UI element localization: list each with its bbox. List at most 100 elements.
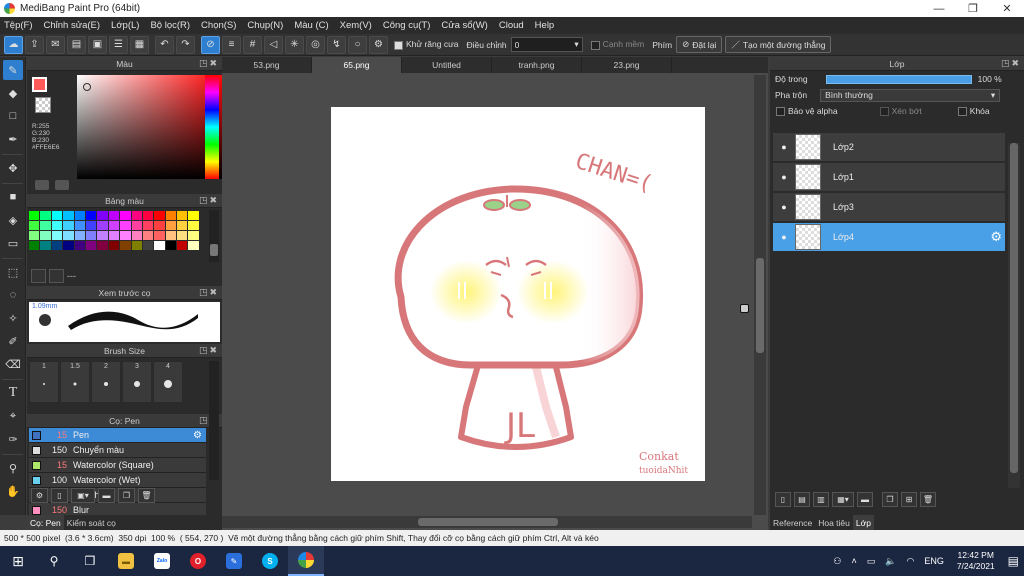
grid-icon[interactable]: ▦ (130, 35, 149, 54)
palette-swatch[interactable] (74, 211, 85, 220)
alpha-protect-checkbox[interactable] (776, 106, 785, 116)
volume-icon[interactable]: 🔈 (885, 556, 896, 567)
minimize-button[interactable]: — (922, 0, 956, 17)
palette-swatch[interactable] (165, 221, 177, 230)
palette-swatch[interactable] (74, 241, 85, 250)
brush-menu-icon[interactable]: ▣▾ (71, 488, 95, 503)
brush-size-cell[interactable]: 2 (91, 361, 121, 403)
palette-swatch[interactable] (40, 211, 51, 220)
palette-swatch[interactable] (29, 221, 40, 230)
adjust-select[interactable]: 0 ▾ (510, 37, 583, 52)
layer-type-menu-icon[interactable]: ▦▾ (832, 492, 854, 507)
panel-controls-icon[interactable]: ◳✖ (199, 195, 219, 206)
palette-swatch[interactable] (97, 241, 108, 250)
panel-controls-icon[interactable]: ◳✖ (199, 287, 219, 298)
palette-swatch[interactable] (188, 221, 199, 230)
snap-cross-icon[interactable]: # (243, 35, 262, 54)
comment-icon[interactable]: ✉ (46, 35, 65, 54)
battery-icon[interactable]: ▭ (867, 556, 876, 567)
palette-swatch[interactable] (177, 211, 188, 220)
eyedropper-icon[interactable] (35, 180, 49, 190)
paint-app-icon[interactable]: ✎ (216, 546, 252, 576)
palette-swatch[interactable] (142, 211, 154, 220)
zalo-icon[interactable]: Zalo (144, 546, 180, 576)
folder-icon[interactable]: ▬ (98, 488, 115, 503)
divide-tool-icon[interactable]: ⌖ (3, 406, 23, 426)
palette-swatch[interactable] (40, 221, 51, 230)
palette-swatch[interactable] (51, 231, 63, 240)
layer-settings-gear-icon[interactable]: ⚙ (990, 229, 1002, 245)
menu-layer[interactable]: Lớp(L) (111, 20, 139, 31)
maximize-button[interactable]: ❐ (956, 0, 990, 17)
palette-swatch[interactable] (40, 231, 51, 240)
brush-settings-gear-icon[interactable]: ⚙ (193, 430, 202, 441)
menu-cloud[interactable]: Cloud (499, 20, 524, 31)
eyedropper-tool-icon[interactable]: ✑ (3, 429, 23, 449)
menu-file[interactable]: Tệp(F) (4, 20, 33, 31)
palette-swatch[interactable] (165, 231, 177, 240)
list-icon[interactable]: ☰ (109, 35, 128, 54)
search-icon[interactable]: ⚲ (36, 546, 72, 576)
palette-swatch[interactable] (154, 231, 165, 240)
brush-row-selected[interactable]: 15 Pen ⚙ (29, 428, 206, 443)
new-halftone-layer-icon[interactable]: ▤ (794, 492, 810, 507)
layer-list-scrollbar[interactable] (1008, 143, 1020, 488)
bucket-tool-icon[interactable]: ◈ (3, 210, 23, 230)
palette-swatch[interactable] (29, 241, 40, 250)
select-eraser-tool-icon[interactable]: ⌫ (3, 354, 23, 374)
clock[interactable]: 12:42 PM 7/24/2021 (957, 550, 995, 572)
palette-swatch[interactable] (85, 231, 97, 240)
sub-color-swatch[interactable] (35, 97, 51, 113)
palette-swatch[interactable] (188, 241, 199, 250)
swap-color-icon[interactable] (55, 180, 69, 190)
visibility-icon[interactable]: ● (773, 232, 795, 242)
palette-swatch[interactable] (120, 241, 131, 250)
palette-swatch[interactable] (188, 211, 199, 220)
palette-swatch[interactable] (63, 231, 74, 240)
palette-swatch[interactable] (120, 231, 131, 240)
tab-reference[interactable]: Reference (770, 515, 815, 530)
smooth-toggle[interactable]: Cạnh mềm (590, 39, 644, 50)
task-view-icon[interactable]: ❒ (72, 546, 108, 576)
snap-parallel-icon[interactable]: ≡ (222, 35, 241, 54)
skype-icon[interactable]: S (252, 546, 288, 576)
snap-vanishing-icon[interactable]: ◁ (264, 35, 283, 54)
palette-swatch[interactable] (177, 221, 188, 230)
canvas-vertical-scrollbar[interactable] (754, 75, 766, 515)
palette-swatch[interactable] (131, 231, 142, 240)
gradient-tool-icon[interactable]: ▭ (3, 233, 23, 253)
palette-swatch[interactable] (97, 211, 108, 220)
main-color-swatch[interactable] (32, 77, 47, 92)
layer-row[interactable]: ● Lớp2 (773, 133, 1005, 161)
redo-icon[interactable]: ↷ (176, 35, 195, 54)
blend-mode-select[interactable]: Bình thường ▾ (820, 88, 1001, 102)
menu-help[interactable]: Help (535, 20, 555, 31)
smooth-checkbox[interactable] (590, 40, 600, 50)
merge-layer-icon[interactable]: ⊞ (901, 492, 917, 507)
layer-folder-icon[interactable]: ▬ (857, 492, 873, 507)
palette-swatch[interactable] (131, 221, 142, 230)
palette-swatch[interactable] (142, 221, 154, 230)
snap-ellipse-icon[interactable]: ○ (348, 35, 367, 54)
menu-filter[interactable]: Bộ lọc(R) (150, 20, 190, 31)
reset-button[interactable]: ⊘ Đặt lại (676, 36, 723, 53)
brush-size-cell[interactable]: 1.5 (60, 361, 90, 403)
add-brush-icon[interactable]: ⚙ (31, 488, 48, 503)
pen-settings-icon[interactable]: ✒ (3, 129, 23, 149)
palette-swatch[interactable] (131, 241, 142, 250)
palette-swatch[interactable] (120, 211, 131, 220)
menu-select[interactable]: Chọn(S) (201, 20, 236, 31)
clipping-checkbox[interactable] (879, 106, 889, 116)
palette-swatch[interactable] (63, 241, 74, 250)
file-explorer-icon[interactable]: ▬ (108, 546, 144, 576)
copy-brush-icon[interactable]: ❐ (118, 488, 135, 503)
snap-circle-icon[interactable]: ◎ (306, 35, 325, 54)
notification-icon[interactable]: ▤ (1008, 554, 1019, 568)
new-layer-icon[interactable]: ▯ (775, 492, 791, 507)
move-tool-icon[interactable]: ✥ (3, 158, 23, 178)
alpha-protect-toggle[interactable]: Bảo vệ alpha (776, 106, 838, 116)
lock-checkbox[interactable] (957, 106, 967, 116)
menu-window[interactable]: Cửa sổ(W) (441, 20, 487, 31)
doc-tab[interactable]: tranh.png (492, 57, 582, 73)
lasso-tool-icon[interactable]: ◌ (3, 285, 23, 305)
